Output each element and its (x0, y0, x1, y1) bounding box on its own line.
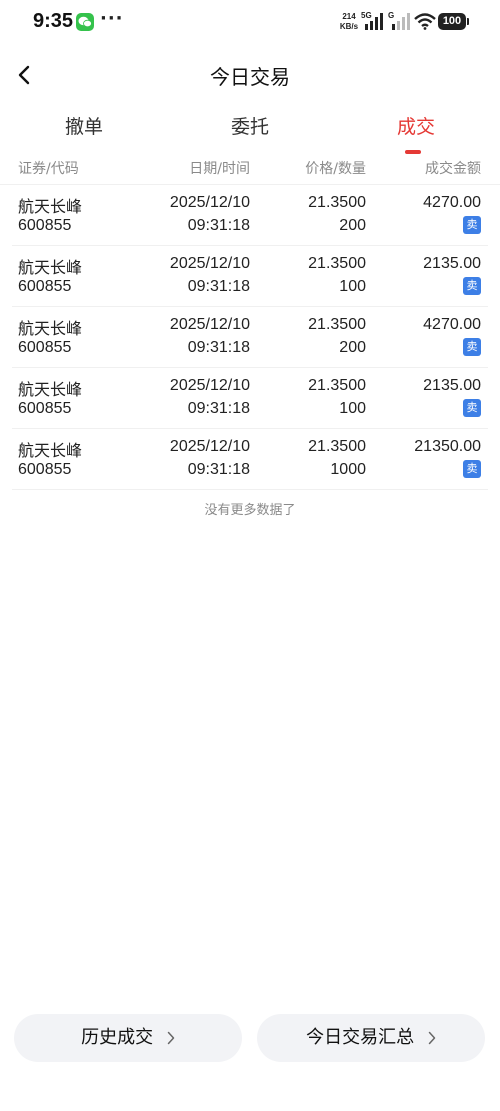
tab-orders[interactable]: 委托 (190, 112, 310, 139)
trade-time: 09:31:18 (187, 400, 250, 417)
trade-quantity: 200 (339, 217, 366, 234)
trade-time: 09:31:18 (187, 217, 250, 234)
wifi-icon (414, 13, 436, 34)
trade-date: 2025/12/10 (169, 377, 250, 394)
no-more-data-text: 没有更多数据了 (204, 503, 296, 518)
trade-quantity: 100 (339, 278, 366, 295)
tab-cancel-order[interactable]: 撤单 (24, 112, 144, 139)
col-price-qty: 价格/数量 (305, 161, 366, 177)
trade-date: 2025/12/10 (169, 194, 250, 211)
trade-date: 2025/12/10 (169, 255, 250, 272)
table-row[interactable]: 航天长峰 600855 2025/12/10 09:31:18 21.3500 … (12, 246, 488, 307)
sell-badge: 卖 (463, 338, 481, 356)
trade-price: 21.3500 (308, 316, 366, 333)
battery-icon: 100 (438, 13, 469, 30)
security-code: 600855 (18, 400, 72, 417)
nav-header: 今日交易 (0, 46, 500, 104)
trade-quantity: 1000 (330, 461, 366, 478)
more-notifications-dots: ··· (100, 8, 124, 29)
security-code: 600855 (18, 278, 72, 295)
history-trades-label: 历史成交 (81, 1027, 154, 1048)
sell-badge: 卖 (463, 399, 481, 417)
net-speed-unit: KB/s (339, 22, 359, 31)
trade-amount: 2135.00 (423, 255, 481, 272)
trade-amount: 4270.00 (423, 316, 481, 333)
trade-quantity: 200 (339, 339, 366, 356)
today-trades-screen: 9:35 ··· 214 KB/s 5G G 100 今日交易 撤单 委托 成交… (0, 0, 500, 1111)
security-name: 航天长峰 (18, 380, 83, 399)
col-datetime: 日期/时间 (189, 161, 250, 177)
trade-price: 21.3500 (308, 377, 366, 394)
trade-price: 21.3500 (308, 194, 366, 211)
signal-g-label: G (388, 11, 395, 20)
trade-amount: 2135.00 (423, 377, 481, 394)
status-bar: 9:35 ··· 214 KB/s 5G G 100 (0, 0, 500, 46)
table-row[interactable]: 航天长峰 600855 2025/12/10 09:31:18 21.3500 … (12, 368, 488, 429)
trade-time: 09:31:18 (187, 278, 250, 295)
security-code: 600855 (18, 217, 72, 234)
sell-badge: 卖 (463, 460, 481, 478)
net-speed-value: 214 (342, 12, 356, 21)
security-name: 航天长峰 (18, 258, 83, 277)
trade-price: 21.3500 (308, 438, 366, 455)
tab-bar: 撤单 委托 成交 (0, 104, 500, 154)
trade-date: 2025/12/10 (169, 438, 250, 455)
trade-time: 09:31:18 (187, 339, 250, 356)
tab-trades-label: 成交 (396, 116, 435, 138)
net-speed: 214 KB/s (337, 12, 361, 32)
trade-amount: 4270.00 (423, 194, 481, 211)
sell-badge: 卖 (463, 277, 481, 295)
trade-price: 21.3500 (308, 255, 366, 272)
table-row[interactable]: 航天长峰 600855 2025/12/10 09:31:18 21.3500 … (12, 307, 488, 368)
chevron-right-icon (167, 1031, 175, 1045)
table-header: 证券/代码 日期/时间 价格/数量 成交金额 (0, 152, 500, 185)
signal-g-icon: G (388, 11, 412, 35)
security-name: 航天长峰 (18, 441, 83, 460)
security-name: 航天长峰 (18, 319, 83, 338)
table-row[interactable]: 航天长峰 600855 2025/12/10 09:31:18 21.3500 … (12, 429, 488, 490)
page-title: 今日交易 (210, 65, 290, 89)
col-amount: 成交金额 (425, 161, 481, 177)
signal-5g-label: 5G (361, 11, 372, 20)
status-time: 9:35 (33, 10, 74, 32)
trade-list: 航天长峰 600855 2025/12/10 09:31:18 21.3500 … (0, 185, 500, 490)
table-row[interactable]: 航天长峰 600855 2025/12/10 09:31:18 21.3500 … (12, 185, 488, 246)
history-trades-button[interactable]: 历史成交 (14, 1014, 242, 1062)
today-summary-label: 今日交易汇总 (306, 1027, 415, 1048)
trade-time: 09:31:18 (187, 461, 250, 478)
sell-badge: 卖 (463, 216, 481, 234)
security-code: 600855 (18, 461, 72, 478)
today-summary-button[interactable]: 今日交易汇总 (257, 1014, 485, 1062)
security-code: 600855 (18, 339, 72, 356)
trade-quantity: 100 (339, 400, 366, 417)
wechat-icon (76, 13, 94, 31)
chevron-right-icon (428, 1031, 436, 1045)
trade-amount: 21350.00 (414, 438, 481, 455)
col-security: 证券/代码 (18, 161, 79, 177)
trade-date: 2025/12/10 (169, 316, 250, 333)
signal-5g-icon: 5G (361, 11, 385, 35)
security-name: 航天长峰 (18, 197, 83, 216)
tab-trades[interactable]: 成交 (356, 112, 476, 154)
